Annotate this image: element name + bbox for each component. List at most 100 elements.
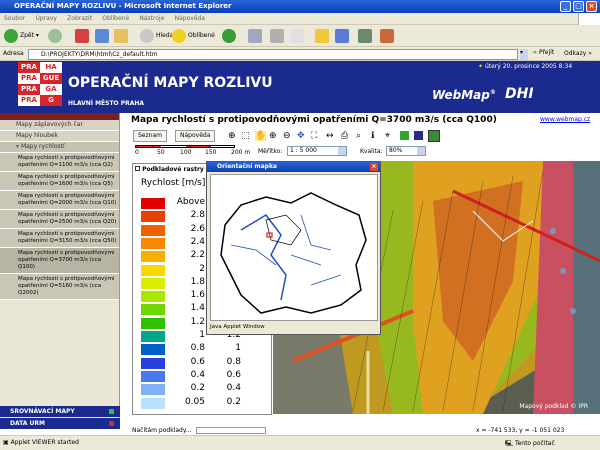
tools-button[interactable] xyxy=(358,28,374,44)
stop-button[interactable] xyxy=(75,28,91,44)
stop-icon xyxy=(75,28,89,43)
quality-label: Kvalita: xyxy=(360,148,383,155)
legend-low: 0.2 xyxy=(190,383,205,394)
green-indicator-icon xyxy=(109,409,114,414)
menu-favorites[interactable]: Oblíbené xyxy=(98,13,133,24)
print-button[interactable] xyxy=(270,28,286,44)
scale-tick: 50 xyxy=(157,149,165,156)
popup-title: Orientační mapka xyxy=(217,163,277,170)
zoom-out-icon[interactable]: ⊖ xyxy=(283,131,291,141)
legend-swatch xyxy=(141,291,165,303)
forward-arrow-icon xyxy=(48,28,62,43)
pan-hand-icon[interactable]: ✋ xyxy=(255,131,267,141)
legend-row: 0.2 0.4 xyxy=(139,383,269,396)
query-icon[interactable]: ⌕ xyxy=(356,131,361,141)
go-button[interactable]: ➔ Přejít xyxy=(532,49,554,56)
search-button[interactable]: Hledat xyxy=(140,28,176,44)
menu-help[interactable]: Nápověda xyxy=(171,13,209,24)
date-display: ✦ úterý 20. prosince 2005 8:34 xyxy=(478,63,573,70)
menu-bar: Soubor Úpravy Zobrazit Oblíbené Nástroje… xyxy=(0,13,600,25)
measure-icon[interactable]: ↔ xyxy=(326,131,334,141)
webmap-link[interactable]: www.webmap.cz xyxy=(540,116,590,123)
address-label: Adresa xyxy=(3,50,24,57)
legend-low: 0.6 xyxy=(190,356,205,367)
move-icon[interactable]: ✥ xyxy=(297,131,305,141)
legend-high: 0.8 xyxy=(226,356,241,367)
loading-progress xyxy=(196,427,266,434)
tools-icon xyxy=(358,28,372,43)
close-button[interactable]: × xyxy=(586,1,597,12)
maximize-button[interactable]: □ xyxy=(573,1,584,12)
forward-button[interactable] xyxy=(48,28,64,44)
identify-icon[interactable]: ℹ xyxy=(371,131,374,141)
dhi-logo: DHI xyxy=(505,86,534,102)
legend-low: 2.4 xyxy=(190,236,205,247)
refresh-button[interactable] xyxy=(95,28,111,44)
sidebar-subitem-q100[interactable]: Mapa rychlostí s protipovodňovými opatře… xyxy=(0,248,119,274)
map-title: Mapa rychlostí s protipovodňovými opatře… xyxy=(131,115,497,125)
folder-icon xyxy=(315,28,329,43)
sidebar-compare-maps[interactable]: SROVNÁVACÍ MAPY xyxy=(0,406,120,417)
legend-swatch xyxy=(141,198,165,209)
discuss-button[interactable] xyxy=(380,28,396,44)
dropdown-icon xyxy=(338,147,346,155)
menu-tools[interactable]: Nástroje xyxy=(135,13,168,24)
sidebar-item-depth-maps[interactable]: Mapy hloubek xyxy=(0,131,119,142)
select-tool-icon[interactable]: ⬚ xyxy=(241,131,250,141)
sidebar-subitem-q2002[interactable]: Mapa rychlostí s protipovodňovými opatře… xyxy=(0,274,119,300)
links-button[interactable]: Odkazy » xyxy=(564,50,592,57)
sidebar-subitem-q20[interactable]: Mapa rychlostí s protipovodňovými opatře… xyxy=(0,210,119,229)
scale-tick: 0 xyxy=(135,149,139,156)
folder-button[interactable] xyxy=(315,28,331,44)
legend-swatch xyxy=(141,211,165,223)
legend-swatch xyxy=(141,397,165,409)
print-map-icon[interactable]: ⎙ xyxy=(341,131,348,141)
sidebar-subitem-q2[interactable]: Mapa rychlostí s protipovodňovými opatře… xyxy=(0,153,119,172)
zoom-in-icon[interactable]: ⊕ xyxy=(269,131,277,141)
legend-title: Rychlost [m/s] xyxy=(141,178,206,188)
legend-low: 1.6 xyxy=(190,290,205,301)
legend-low: 2.6 xyxy=(190,223,205,234)
help-button[interactable]: Nápověda xyxy=(175,130,216,142)
sidebar-item-velocity-maps[interactable]: ▾ Mapy rychlostí xyxy=(0,142,119,153)
address-input[interactable]: D:\PROJEKTY\DRM\html\Cz_default.htm xyxy=(28,49,518,60)
back-arrow-icon xyxy=(4,28,18,43)
info-tool-icon[interactable]: ⊕ xyxy=(228,131,236,141)
minimize-button[interactable]: _ xyxy=(560,1,571,12)
browser-toolbar: Zpět ▾ Hledat Oblíbené xyxy=(0,25,600,47)
save-icon[interactable] xyxy=(414,131,423,140)
history-button[interactable] xyxy=(222,28,238,44)
flag-icon[interactable] xyxy=(400,131,409,140)
sidebar-data-urm[interactable]: DATA URM xyxy=(0,418,120,429)
edit-button[interactable] xyxy=(290,28,306,44)
mail-button[interactable] xyxy=(248,28,264,44)
overview-map[interactable] xyxy=(210,174,378,321)
list-button[interactable]: Seznam xyxy=(133,130,167,142)
sidebar-subitem-q5[interactable]: Mapa rychlostí s protipovodňovými opatře… xyxy=(0,172,119,191)
window-title: OPERAČNÍ MAPY ROZLIVU - Microsoft Intern… xyxy=(14,2,232,10)
scale-tick: 150 xyxy=(205,149,217,156)
popup-titlebar: Orientační mapka × xyxy=(207,162,380,172)
back-button[interactable]: Zpět ▾ xyxy=(4,28,39,44)
scale-select[interactable]: 1 : 5 000 xyxy=(287,146,347,156)
quality-select[interactable]: 80% xyxy=(386,146,426,156)
sidebar-subitem-q10[interactable]: Mapa rychlostí s protipovodňovými opatře… xyxy=(0,191,119,210)
sidebar-subitem-q50[interactable]: Mapa rychlostí s protipovodňovými opatře… xyxy=(0,229,119,248)
menu-view[interactable]: Zobrazit xyxy=(63,13,96,24)
checkbox-icon[interactable] xyxy=(135,166,140,171)
sidebar-item-flood-lines[interactable]: Mapy záplavových čar xyxy=(0,120,119,131)
address-dropdown-icon[interactable]: ▾ xyxy=(520,49,528,60)
praha-logo: PRA HA PRA GUE PRA GA PRA G xyxy=(18,62,62,106)
legend-swatch xyxy=(141,344,165,356)
locate-icon[interactable]: ⌖ xyxy=(385,131,390,141)
favorites-button[interactable]: Oblíbené xyxy=(172,28,215,44)
legend-swatch xyxy=(141,251,165,263)
menu-file[interactable]: Soubor xyxy=(0,13,29,24)
messenger-button[interactable] xyxy=(335,28,351,44)
legend-swatch xyxy=(141,370,165,382)
home-button[interactable] xyxy=(114,28,130,44)
menu-edit[interactable]: Úpravy xyxy=(31,13,60,24)
full-extent-icon[interactable]: ⛶ xyxy=(311,131,317,141)
overview-map-icon[interactable] xyxy=(428,130,440,142)
popup-close-icon[interactable]: × xyxy=(370,163,378,171)
